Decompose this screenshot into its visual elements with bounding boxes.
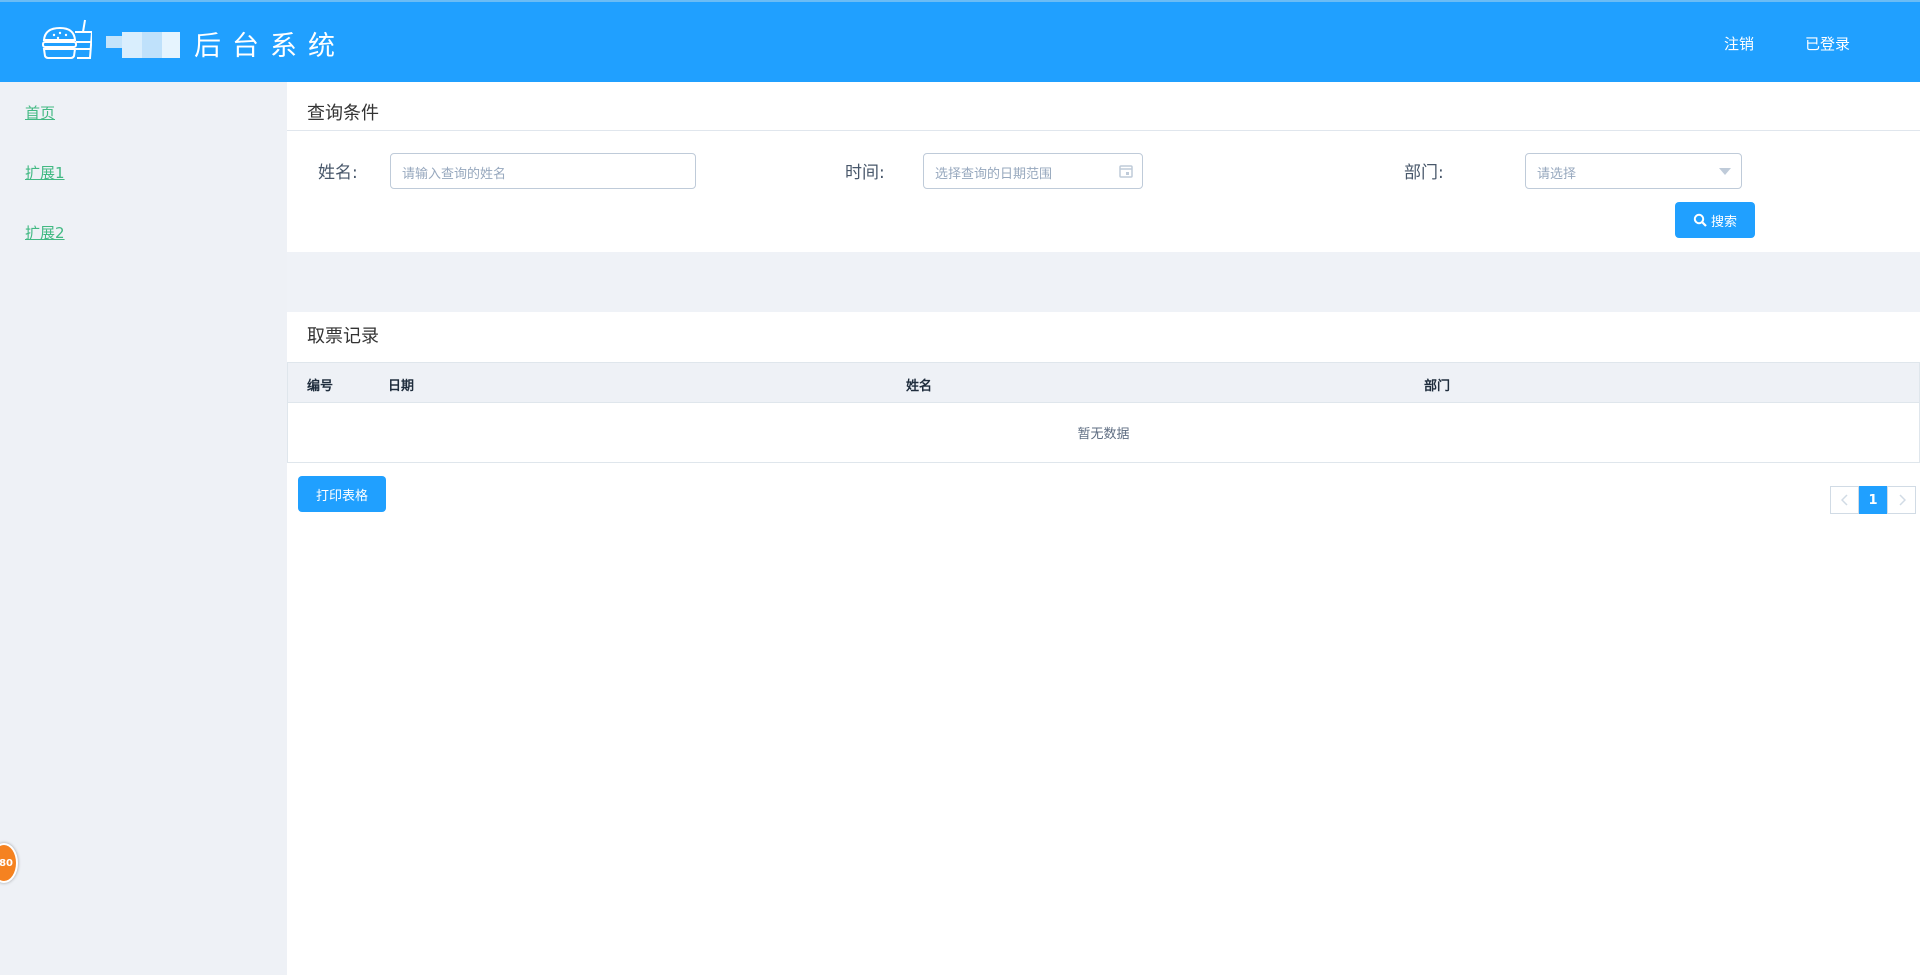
dept-label: 部门: <box>1404 163 1444 183</box>
query-panel-title: 查询条件 <box>307 103 379 124</box>
date-range-placeholder: 选择查询的日期范围 <box>935 167 1053 182</box>
date-range-input[interactable]: 选择查询的日期范围 <box>923 153 1143 189</box>
section-gap <box>287 252 1920 312</box>
time-label: 时间: <box>845 163 885 183</box>
chevron-right-icon <box>1898 494 1906 506</box>
sidebar: 首页 扩展1 扩展2 <box>0 82 287 975</box>
page-number-current[interactable]: 1 <box>1859 486 1887 514</box>
search-button-label: 搜索 <box>1710 214 1737 230</box>
search-icon <box>1693 213 1707 227</box>
col-header-date[interactable]: 日期 <box>388 375 414 394</box>
sidebar-item-ext2[interactable]: 扩展2 <box>25 222 65 243</box>
prev-page-button[interactable] <box>1830 486 1859 514</box>
dept-select-placeholder: 请选择 <box>1537 167 1577 182</box>
table-empty-text: 暂无数据 <box>1077 427 1130 442</box>
chevron-left-icon <box>1840 494 1848 506</box>
name-input-placeholder: 请输入查询的姓名 <box>402 167 507 182</box>
col-header-name[interactable]: 姓名 <box>906 375 932 394</box>
burger-drink-icon <box>42 19 92 59</box>
name-input[interactable]: 请输入查询的姓名 <box>390 153 696 189</box>
top-header: 后台系统 注销 已登录 <box>0 0 1920 82</box>
calendar-icon <box>1119 165 1133 178</box>
records-table: 编号 日期 姓名 部门 暂无数据 <box>287 362 1920 463</box>
main-content: 查询条件 姓名: 请输入查询的姓名 时间: 选择查询的日期范围 部门: 请选择 … <box>287 82 1920 975</box>
print-table-button[interactable]: 打印表格 <box>298 476 386 512</box>
name-label: 姓名: <box>318 163 358 183</box>
sidebar-item-ext1[interactable]: 扩展1 <box>25 162 65 183</box>
logged-in-status[interactable]: 已登录 <box>1805 33 1850 54</box>
records-panel-title: 取票记录 <box>307 326 379 347</box>
logout-link[interactable]: 注销 <box>1724 33 1754 54</box>
table-header: 编号 日期 姓名 部门 <box>288 363 1919 403</box>
search-button[interactable]: 搜索 <box>1675 202 1755 238</box>
brand-name-blurred <box>106 32 180 58</box>
col-header-id[interactable]: 编号 <box>307 375 333 394</box>
next-page-button[interactable] <box>1887 486 1916 514</box>
chevron-down-icon <box>1719 168 1731 175</box>
dept-select[interactable]: 请选择 <box>1525 153 1742 189</box>
divider <box>287 130 1920 131</box>
sidebar-item-home[interactable]: 首页 <box>25 102 55 123</box>
col-header-dept[interactable]: 部门 <box>1424 375 1450 394</box>
app-title: 后台系统 <box>194 31 346 62</box>
